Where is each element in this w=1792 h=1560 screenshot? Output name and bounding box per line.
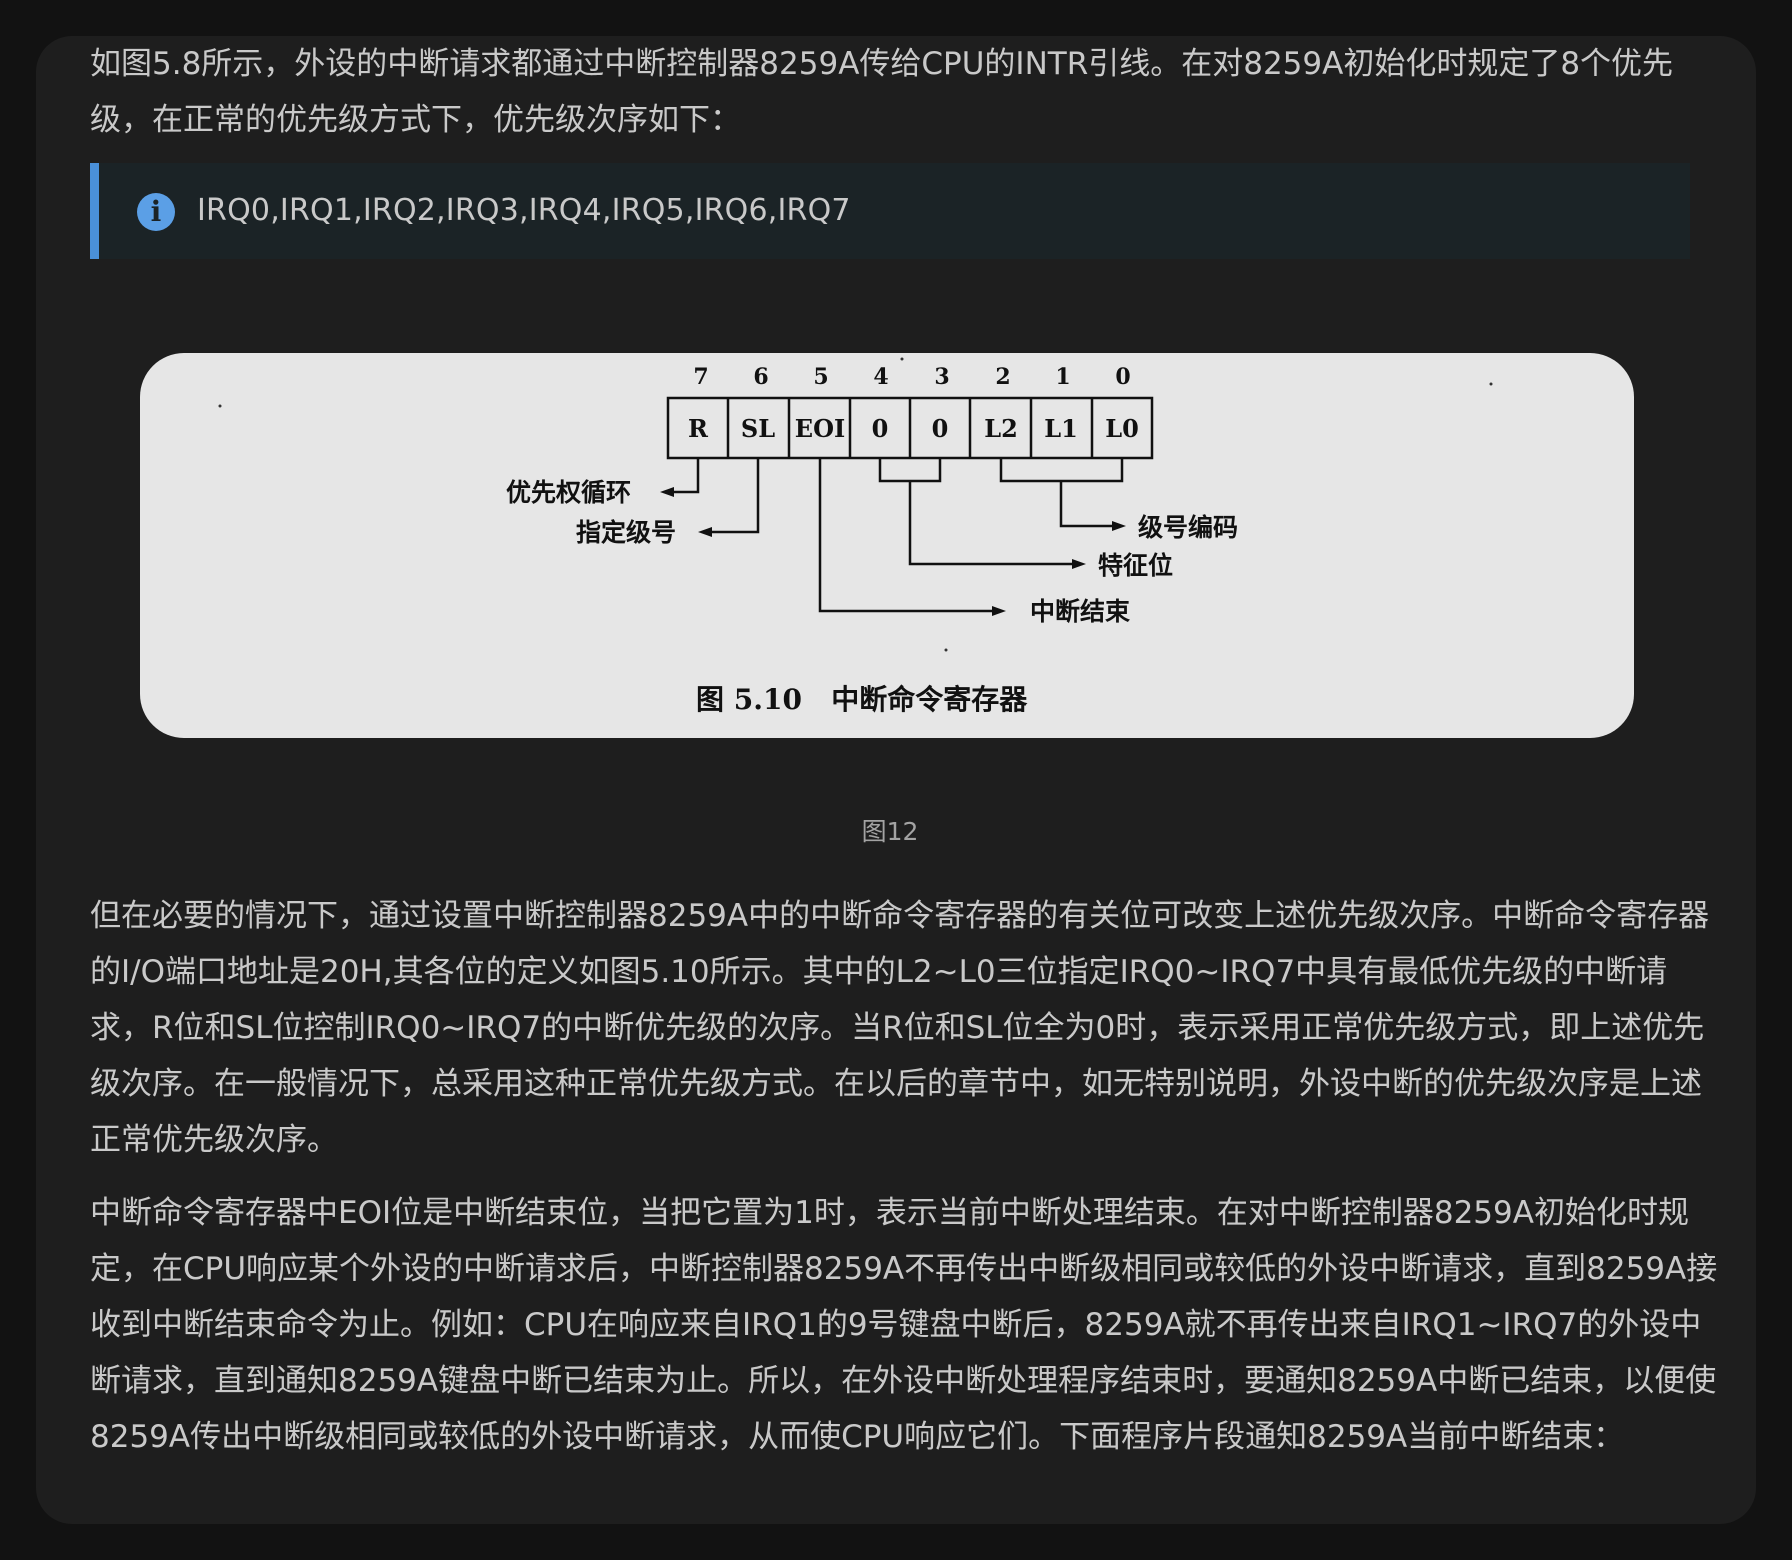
bit-number-6: 6	[753, 364, 768, 390]
annotation-rotate: 优先权循环	[506, 478, 631, 507]
bit-number-2: 2	[995, 364, 1010, 390]
callout-text: IRQ0,IRQ1,IRQ2,IRQ3,IRQ4,IRQ5,IRQ6,IRQ7	[197, 193, 851, 228]
register-diagram: 7 6 5 4 3 2 1 0 R SL EOI 0 0 L2 L1 L0 优先…	[218, 357, 1493, 716]
bit-label-3: 0	[932, 414, 949, 443]
annotation-feature: 特征位	[1098, 551, 1173, 580]
intro-paragraph: 如图5.8所示，外设的中断请求都通过中断控制器8259A传给CPU的INTR引线…	[90, 46, 1674, 138]
body-paragraph-2: 中断命令寄存器中EOI位是中断结束位，当把它置为1时，表示当前中断处理结束。在对…	[90, 1195, 1718, 1455]
bit-label-l0: L0	[1105, 414, 1139, 443]
bit-number-4: 4	[873, 364, 888, 390]
annotation-specific: 指定级号	[576, 518, 676, 547]
figure-image: 7 6 5 4 3 2 1 0 R SL EOI 0 0 L2 L1 L0 优先…	[140, 353, 1634, 738]
connector-lines	[670, 458, 1124, 613]
bit-label-l1: L1	[1044, 414, 1078, 443]
figure-caption: 图12	[861, 817, 919, 846]
body-paragraph-1: 但在必要的情况下，通过设置中断控制器8259A中的中断命令寄存器的有关位可改变上…	[90, 898, 1710, 1158]
info-callout: i IRQ0,IRQ1,IRQ2,IRQ3,IRQ4,IRQ5,IRQ6,IRQ…	[90, 163, 1690, 259]
annotation-level-code: 级号编码	[1138, 513, 1238, 542]
bit-number-0: 0	[1115, 364, 1130, 390]
bit-label-l2: L2	[984, 414, 1018, 443]
figure-title: 图 5.10 中断命令寄存器	[696, 683, 1028, 716]
scan-specks	[218, 357, 1493, 652]
bit-number-7: 7	[693, 364, 708, 390]
info-icon: i	[137, 193, 175, 231]
bit-number-5: 5	[813, 364, 828, 390]
bit-label-4: 0	[872, 414, 889, 443]
bit-label-eoi: EOI	[795, 414, 845, 443]
bit-label-r: R	[688, 414, 709, 443]
bit-number-1: 1	[1055, 364, 1070, 390]
annotation-eoi: 中断结束	[1030, 597, 1131, 626]
bit-label-sl: SL	[741, 414, 775, 443]
article-card: 如图5.8所示，外设的中断请求都通过中断控制器8259A传给CPU的INTR引线…	[36, 36, 1756, 1524]
bit-number-3: 3	[934, 364, 949, 390]
